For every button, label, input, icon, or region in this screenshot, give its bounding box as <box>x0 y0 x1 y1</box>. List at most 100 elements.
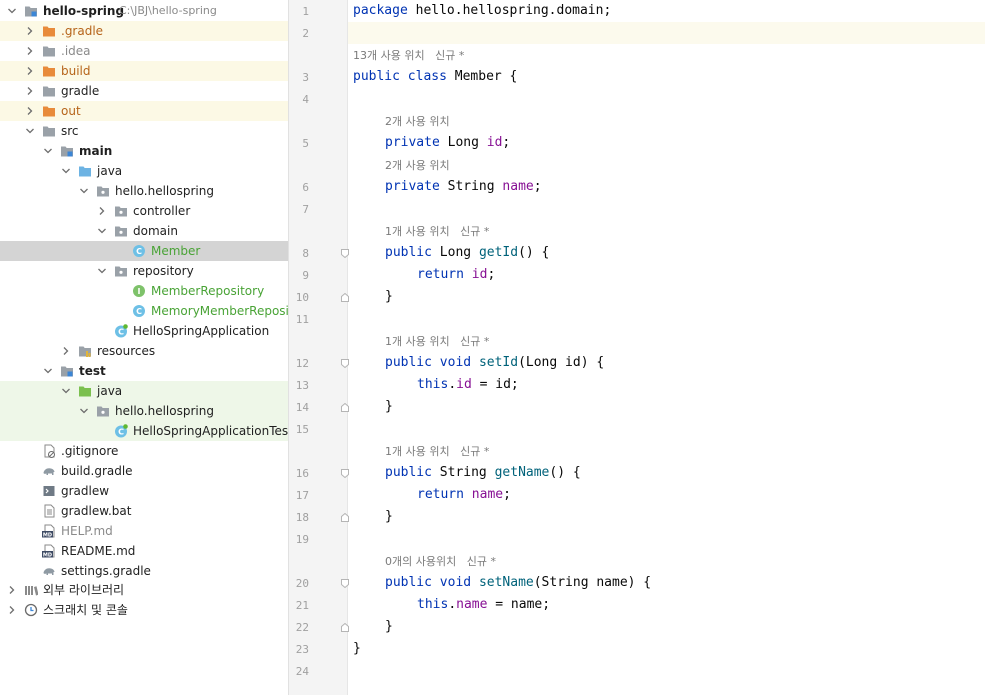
tree-row-src[interactable]: src <box>0 121 288 141</box>
tree-row-application[interactable]: C HelloSpringApplication <box>0 321 288 341</box>
tree-row-project-root[interactable]: hello-spring C:\JBJ\hello-spring <box>0 1 288 21</box>
code-line-14[interactable]: } <box>348 396 985 418</box>
chevron-down-icon[interactable] <box>42 145 54 157</box>
chevron-down-icon[interactable] <box>6 5 18 17</box>
usage-hint[interactable]: 1개 사용 위치 신규 * <box>385 444 489 460</box>
tree-row-gradlew-bat[interactable]: gradlew.bat <box>0 501 288 521</box>
tree-row-member-repository[interactable]: I MemberRepository <box>0 281 288 301</box>
tree-row-gradle[interactable]: gradle <box>0 81 288 101</box>
code-line-18[interactable]: } <box>348 506 985 528</box>
code-line-16[interactable]: public String getName() { <box>348 462 985 484</box>
tree-row-controller[interactable]: controller <box>0 201 288 221</box>
chevron-right-icon[interactable] <box>24 105 36 117</box>
chevron-down-icon[interactable] <box>42 365 54 377</box>
chevron-right-icon[interactable] <box>6 604 18 616</box>
tree-row-memory-member-repository[interactable]: C MemoryMemberRepository <box>0 301 288 321</box>
method-token: getId <box>478 245 519 260</box>
tree-row-out[interactable]: out <box>0 101 288 121</box>
editor-gutter[interactable]: 1 2 3 4 5 6 7 8 9 10 11 12 13 14 15 16 1… <box>288 0 348 695</box>
chevron-right-icon[interactable] <box>24 25 36 37</box>
chevron-down-icon[interactable] <box>96 265 108 277</box>
chevron-down-icon[interactable] <box>78 185 90 197</box>
params-token: (String name) { <box>533 575 652 590</box>
field-token: name <box>456 597 488 612</box>
tree-row-gradle-cache[interactable]: .gradle <box>0 21 288 41</box>
project-tree-panel[interactable]: hello-spring C:\JBJ\hello-spring .gradle… <box>0 0 288 695</box>
tree-row-test-package[interactable]: hello.hellospring <box>0 401 288 421</box>
code-editor[interactable]: package hello.hellospring.domain; 13개 사용… <box>348 0 985 695</box>
tree-row-java[interactable]: java <box>0 161 288 181</box>
tree-row-build-gradle[interactable]: build.gradle <box>0 461 288 481</box>
usage-hint[interactable]: 2개 사용 위치 <box>385 114 450 130</box>
tree-row-idea[interactable]: .idea <box>0 41 288 61</box>
svg-text:I: I <box>138 287 141 296</box>
chevron-right-icon[interactable] <box>24 45 36 57</box>
code-line-12[interactable]: public void setId(Long id) { <box>348 352 985 374</box>
code-line-9[interactable]: return id; <box>348 264 985 286</box>
chevron-down-icon[interactable] <box>24 125 36 137</box>
code-line-2-current[interactable] <box>348 22 985 44</box>
tree-row-readme-md[interactable]: MD README.md <box>0 541 288 561</box>
line-number: 5 <box>302 137 309 150</box>
libraries-icon <box>24 583 38 597</box>
keyword-token: public <box>385 355 432 370</box>
usage-hint[interactable]: 2개 사용 위치 <box>385 158 450 174</box>
tree-row-application-tests[interactable]: C HelloSpringApplicationTests <box>0 421 288 441</box>
tree-row-external-libraries[interactable]: 외부 라이브러리 <box>0 580 288 600</box>
code-line-23[interactable]: } <box>348 638 985 660</box>
tree-row-repository[interactable]: repository <box>0 261 288 281</box>
punct-token: () { <box>518 245 550 260</box>
field-token: id <box>456 377 472 392</box>
code-line-20[interactable]: public void setName(String name) { <box>348 572 985 594</box>
code-line-3[interactable]: public class Member { <box>348 66 985 88</box>
code-line-10[interactable]: } <box>348 286 985 308</box>
usage-hint[interactable]: 0개의 사용위치 신규 * <box>385 554 496 570</box>
tree-row-gitignore[interactable]: .gitignore <box>0 441 288 461</box>
chevron-right-icon[interactable] <box>24 65 36 77</box>
tree-label: repository <box>133 264 194 278</box>
tree-row-test[interactable]: test <box>0 361 288 381</box>
tree-row-build[interactable]: build <box>0 61 288 81</box>
gradle-elephant-icon <box>42 564 56 578</box>
usage-hint[interactable]: 13개 사용 위치 신규 * <box>353 48 464 64</box>
chevron-down-icon[interactable] <box>60 165 72 177</box>
tree-row-test-java[interactable]: java <box>0 381 288 401</box>
tree-label: main <box>79 144 113 158</box>
chevron-down-icon[interactable] <box>96 225 108 237</box>
tree-row-member[interactable]: C Member <box>0 241 288 261</box>
package-icon <box>96 404 110 418</box>
tree-row-main[interactable]: main <box>0 141 288 161</box>
chevron-right-icon[interactable] <box>60 345 72 357</box>
code-line-1[interactable]: package hello.hellospring.domain; <box>348 0 985 22</box>
tree-row-resources[interactable]: resources <box>0 341 288 361</box>
code-line-5[interactable]: private Long id; <box>348 132 985 154</box>
chevron-down-icon[interactable] <box>78 405 90 417</box>
keyword-token: void <box>431 575 479 590</box>
chevron-right-icon[interactable] <box>6 584 18 596</box>
expr-token: = id; <box>471 377 519 392</box>
package-icon <box>114 204 128 218</box>
tree-row-scratches[interactable]: 스크래치 및 콘솔 <box>0 600 288 620</box>
usage-hint[interactable]: 1개 사용 위치 신규 * <box>385 334 489 350</box>
tree-row-settings-gradle[interactable]: settings.gradle <box>0 561 288 581</box>
punct-token: } <box>385 619 393 634</box>
code-line-21[interactable]: this.name = name; <box>348 594 985 616</box>
method-token: setName <box>478 575 534 590</box>
chevron-right-icon[interactable] <box>96 205 108 217</box>
code-line-13[interactable]: this.id = id; <box>348 374 985 396</box>
line-number: 14 <box>295 401 309 414</box>
punct-token: } <box>385 289 393 304</box>
tree-row-gradlew[interactable]: gradlew <box>0 481 288 501</box>
tree-label: README.md <box>61 544 136 558</box>
code-line-17[interactable]: return name; <box>348 484 985 506</box>
usage-hint[interactable]: 1개 사용 위치 신규 * <box>385 224 489 240</box>
chevron-right-icon[interactable] <box>24 85 36 97</box>
tree-row-domain[interactable]: domain <box>0 221 288 241</box>
tree-row-help-md[interactable]: MD HELP.md <box>0 521 288 541</box>
chevron-down-icon[interactable] <box>60 385 72 397</box>
code-line-22[interactable]: } <box>348 616 985 638</box>
code-line-6[interactable]: private String name; <box>348 176 985 198</box>
tree-row-package[interactable]: hello.hellospring <box>0 181 288 201</box>
code-line-8[interactable]: public Long getId() { <box>348 242 985 264</box>
